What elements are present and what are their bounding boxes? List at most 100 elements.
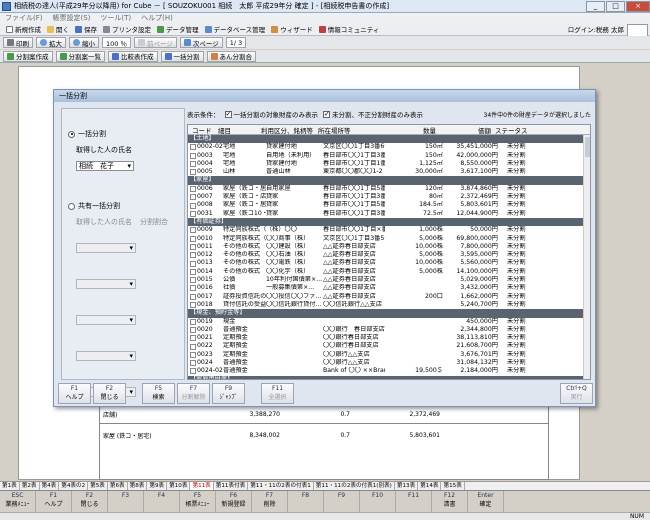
zoom-in-button[interactable]: 拡大	[36, 37, 66, 48]
table-scrollbar[interactable]	[583, 135, 590, 379]
target-only-checkbox[interactable]: 一括分割の対象財産のみ表示	[224, 109, 318, 119]
bulk-split-button[interactable]: 一括分割	[160, 50, 204, 62]
execute-key[interactable]: Ctrl+Q 実行	[560, 383, 593, 404]
row-checkbox[interactable]	[188, 335, 197, 342]
select-all-key[interactable]: F11 全選択	[261, 383, 294, 404]
search-key[interactable]: F5 検索	[142, 383, 175, 404]
maximize-button[interactable]: □	[606, 0, 625, 12]
comparison-table-button[interactable]: 比較表作成	[108, 50, 158, 62]
close-key[interactable]: F2 閉じる	[93, 383, 126, 404]
sheet-tab[interactable]: 第4表	[40, 482, 60, 490]
function-key[interactable]: F12 清書	[432, 491, 468, 512]
function-key[interactable]: F10	[360, 491, 396, 512]
property-row[interactable]: 0010 特定同族株式（その...〇〇商事（株） 文京区〇〇1丁目3番5号 5,000…	[188, 235, 590, 243]
create-split-plan-button[interactable]: 分割案作成	[3, 50, 53, 62]
category-row[interactable]: 【家庭用財産】	[188, 375, 590, 379]
help-key[interactable]: F1 ヘルプ	[58, 383, 91, 404]
database-management-button[interactable]: データベース管理	[204, 24, 265, 35]
zoom-out-button[interactable]: 縮小	[69, 37, 99, 48]
prev-page-button[interactable]: 前ページ	[133, 37, 177, 48]
category-row[interactable]: 【現金、預貯金等】	[188, 309, 590, 318]
row-checkbox[interactable]	[188, 202, 197, 209]
sheet-tab[interactable]: 第15表	[441, 482, 465, 490]
row-checkbox[interactable]	[188, 260, 197, 267]
function-key[interactable]: Enter 確定	[468, 491, 504, 512]
close-button[interactable]: ×	[626, 0, 650, 12]
property-row[interactable]: 0007 家屋（鉄コ・店舗）貸家 春日部市〇〇1丁目3番5号 80㎡ 2,372,469…	[188, 193, 590, 201]
sheet-tab[interactable]: 第11表付表	[214, 482, 249, 490]
zoom-level-select[interactable]: 100 ％	[102, 37, 131, 48]
info-community-button[interactable]: 情報コミュニティ	[318, 24, 379, 35]
row-checkbox[interactable]	[188, 227, 197, 234]
row-checkbox[interactable]	[188, 161, 197, 168]
function-key[interactable]: F4	[144, 491, 180, 512]
row-checkbox[interactable]	[188, 194, 197, 201]
function-key[interactable]: F5 帳票ﾒﾆｭｰ	[180, 491, 216, 512]
category-row[interactable]: 【有価証券】	[188, 217, 590, 227]
row-checkbox[interactable]	[188, 326, 197, 333]
row-checkbox[interactable]	[188, 277, 197, 284]
data-management-button[interactable]: データ管理	[157, 24, 199, 35]
function-key[interactable]: F1 ヘルプ	[36, 491, 72, 512]
function-key[interactable]: F7 削除	[252, 491, 288, 512]
unsplit-key[interactable]: F7 分割解除	[177, 383, 210, 404]
sheet-tab[interactable]: 第11表	[190, 482, 214, 490]
new-button[interactable]: 新規作成	[6, 24, 41, 35]
open-button[interactable]: 開く	[47, 24, 69, 35]
scroll-thumb[interactable]	[585, 137, 590, 157]
property-row[interactable]: 0002-02 宅地 貸家建付地 文京区〇〇1丁目3番6号 150㎡ 35,451,000…	[188, 143, 590, 151]
next-page-button[interactable]: 次ページ	[179, 37, 223, 48]
sheet-tab[interactable]: 第11・11の2表の付表1(別表)	[314, 482, 395, 490]
wizard-button[interactable]: ウィザード	[271, 24, 313, 35]
row-checkbox[interactable]	[188, 343, 197, 350]
row-checkbox[interactable]	[188, 293, 197, 300]
row-checkbox[interactable]	[188, 302, 197, 309]
property-row[interactable]: 0015 公債 10年利付国債第×... △△証券春日部支店 5,029,000円 未分割	[188, 276, 590, 284]
split-plan-list-button[interactable]: 分割案一覧	[55, 50, 105, 62]
row-checkbox[interactable]	[188, 144, 197, 151]
menu-file[interactable]: ファイル(F)	[0, 13, 48, 23]
category-row[interactable]: 【土地】	[188, 135, 590, 144]
proportional-ratio-button[interactable]: あん分割合	[206, 50, 256, 62]
row-checkbox[interactable]	[188, 185, 197, 192]
property-row[interactable]: 0020 普通預金 〇〇銀行 春日部支店 2,344,800円 未分割	[188, 326, 590, 334]
sheet-tab[interactable]: 第6表	[108, 482, 128, 490]
property-row[interactable]: 0014 その他の株式 〇〇化学（株） △△証券春日部支店 5,000株 14,100,0…	[188, 268, 590, 276]
property-row[interactable]: 0005 山林 普通山林 東京都〇〇郡〇〇1-2 30,000㎡ 3,617,100円 未分…	[188, 168, 590, 176]
property-row[interactable]: 0031 家屋（鉄コ10・居宅）貸家 春日部市〇〇1丁目3番6号（1... 72.5㎡…	[188, 210, 590, 218]
row-checkbox[interactable]	[188, 235, 197, 242]
row-checkbox[interactable]	[188, 244, 197, 250]
sheet-tab[interactable]: 第11・11の2表の付表1	[248, 482, 314, 490]
unsplit-only-checkbox[interactable]: 未分割、不正分割財産のみ表示	[323, 109, 423, 119]
sheet-tab[interactable]: 第2表	[20, 482, 40, 490]
sheet-tab[interactable]: 第13表	[395, 482, 419, 490]
property-row[interactable]: 0003 宅地 自用地（未利用） 春日部市〇〇1丁目3番4号 150㎡ 42,000,00…	[188, 152, 590, 160]
menu-help[interactable]: ヘルプ(H)	[136, 13, 178, 23]
function-key[interactable]: F11	[396, 491, 432, 512]
save-button[interactable]: 保存	[75, 24, 97, 35]
sheet-tab[interactable]: 第10表	[167, 482, 191, 490]
property-row[interactable]: 0023 定期預金 〇〇銀行△△支店 3,676,701円 未分割	[188, 351, 590, 359]
sheet-tab[interactable]: 第8表	[128, 482, 148, 490]
menu-tools[interactable]: ツール(T)	[95, 13, 136, 23]
property-row[interactable]: 0016 社債 一般募集債第×... △△証券春日部支店 3,432,000円 未分割	[188, 284, 590, 292]
sheet-tab[interactable]: 第14表	[418, 482, 442, 490]
row-checkbox[interactable]	[188, 152, 197, 159]
property-row[interactable]: 0019 現金 450,000円 未分割	[188, 318, 590, 326]
property-row[interactable]: 0013 その他の株式 〇〇電鉄（株） △△証券春日部支店 10,000株 5,560,0…	[188, 259, 590, 267]
property-row[interactable]: 0012 その他の株式 〇〇石油（株） △△証券春日部支店 5,000株 3,595,00…	[188, 251, 590, 259]
property-row[interactable]: 0006 家屋（鉄コ・居宅）自用家屋 春日部市〇〇1丁目5番16号 120㎡ 3,874…	[188, 185, 590, 193]
function-key[interactable]: F3	[108, 491, 144, 512]
sheet-tab[interactable]: 第1表	[0, 482, 20, 490]
property-row[interactable]: 0018 貸付信託の受益証券〇〇信託銀行貸付...〇〇信託銀行△△支店 5,240,…	[188, 301, 590, 309]
row-checkbox[interactable]	[188, 252, 197, 259]
row-checkbox[interactable]	[188, 169, 197, 176]
function-key[interactable]: F9	[324, 491, 360, 512]
menu-settings[interactable]: 帳票設定(S)	[48, 13, 96, 23]
function-key[interactable]: F8	[288, 491, 324, 512]
row-checkbox[interactable]	[188, 268, 197, 275]
property-row[interactable]: 0008 家屋（鉄コ・居宅）貸家 春日部市〇〇1丁目5番16号 184.5㎡ 5,803…	[188, 201, 590, 209]
property-row[interactable]: 0024-02普通預金 Bank of 〇〇 ××Branch 19,500＄ 2,1…	[188, 367, 590, 375]
function-key[interactable]: ESC 業務ﾒﾆｭｰ	[0, 491, 36, 512]
jump-key[interactable]: F9 ｼﾞｬﾝﾌﾟ	[212, 383, 245, 404]
